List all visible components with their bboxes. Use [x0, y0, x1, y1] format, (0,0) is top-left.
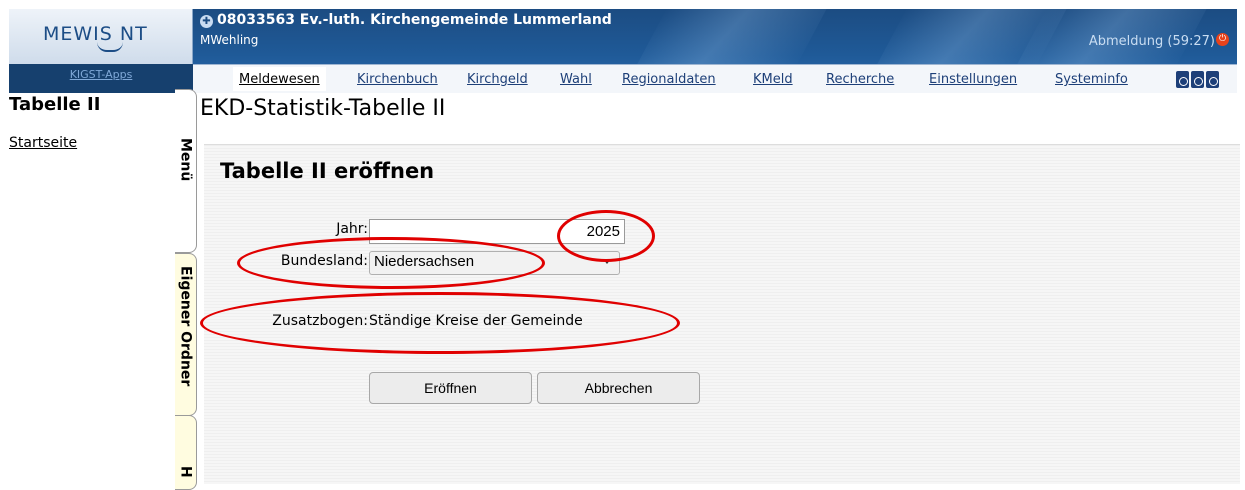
nav-item-kirchgeld[interactable]: Kirchgeld — [467, 72, 528, 87]
bundesland-select[interactable]: Niedersachsen — [369, 251, 620, 275]
sidebar-title: Tabelle II — [9, 94, 101, 115]
vertical-tabs: Menü Eigener Ordner H — [175, 89, 199, 490]
parish-title: ✚ 08033563 Ev.-luth. Kirchengemeinde Lumm… — [200, 12, 612, 28]
app-header: MEWIS NT KIGST-Apps ✚ 08033563 Ev.-luth. … — [9, 9, 1237, 93]
nav-item-regionaldaten[interactable]: Regionaldaten — [622, 72, 716, 87]
nav-item-einstellungen[interactable]: Einstellungen — [929, 72, 1017, 87]
main-navigation: Meldewesen Kirchenbuch Kirchgeld Wahl Re… — [193, 64, 1237, 93]
logo-text: MEWIS NT — [43, 23, 148, 45]
parish-title-text: 08033563 Ev.-luth. Kirchengemeinde Lumme… — [217, 12, 612, 28]
logout-label[interactable]: Abmeldung (59:27) — [1089, 34, 1215, 49]
logout-link[interactable]: Abmeldung (59:27) ⏻ — [1089, 33, 1229, 49]
chevron-down-icon — [603, 259, 611, 264]
sidebar: Tabelle II Startseite — [9, 93, 177, 484]
form-title: Tabelle II eröffnen — [220, 159, 435, 183]
tab-eigener-ordner[interactable]: Eigener Ordner — [175, 253, 197, 416]
kigst-apps-link[interactable]: KIGST-Apps — [9, 68, 193, 81]
startseite-link[interactable]: Startseite — [9, 135, 77, 151]
zusatzbogen-label: Zusatzbogen: — [272, 313, 368, 329]
form-panel: Tabelle II eröffnen Jahr: 2025 Bundeslan… — [204, 144, 1240, 484]
bundesland-label: Bundesland: — [280, 253, 368, 269]
year-input[interactable]: 2025 — [369, 219, 625, 244]
power-icon[interactable]: ⏻ — [1216, 33, 1229, 46]
year-input-value: 2025 — [586, 223, 620, 240]
logo: MEWIS NT — [9, 9, 193, 64]
logo-swoosh-icon — [97, 42, 123, 52]
nav-item-recherche[interactable]: Recherche — [826, 72, 894, 87]
apps-bar: KIGST-Apps — [9, 64, 193, 93]
parish-info-icon[interactable]: ✚ — [200, 15, 213, 28]
tab-menu-label[interactable]: Menü — [178, 90, 194, 181]
open-button[interactable]: Eröffnen — [369, 372, 532, 404]
tab-eigener-ordner-label[interactable]: Eigener Ordner — [178, 254, 194, 386]
nav-item-kmeld[interactable]: KMeld — [753, 72, 793, 87]
nav-item-systeminfo[interactable]: Systeminfo — [1055, 72, 1128, 87]
binoculars-icon[interactable] — [1176, 71, 1219, 88]
user-name: MWehling — [200, 33, 259, 47]
page-title: EKD-Statistik-Tabelle II — [200, 96, 446, 121]
nav-item-meldewesen[interactable]: Meldewesen — [233, 67, 326, 91]
zusatzbogen-value: Ständige Kreise der Gemeinde — [369, 313, 583, 329]
nav-item-kirchenbuch[interactable]: Kirchenbuch — [357, 72, 438, 87]
tab-h-label[interactable]: H — [178, 416, 194, 478]
bundesland-selected-value: Niedersachsen — [374, 253, 475, 270]
tab-h[interactable]: H — [175, 415, 197, 490]
tab-menu[interactable]: Menü — [175, 89, 197, 253]
nav-item-wahl[interactable]: Wahl — [560, 72, 592, 87]
year-label: Jahr: — [336, 221, 368, 237]
cancel-button[interactable]: Abbrechen — [537, 372, 700, 404]
